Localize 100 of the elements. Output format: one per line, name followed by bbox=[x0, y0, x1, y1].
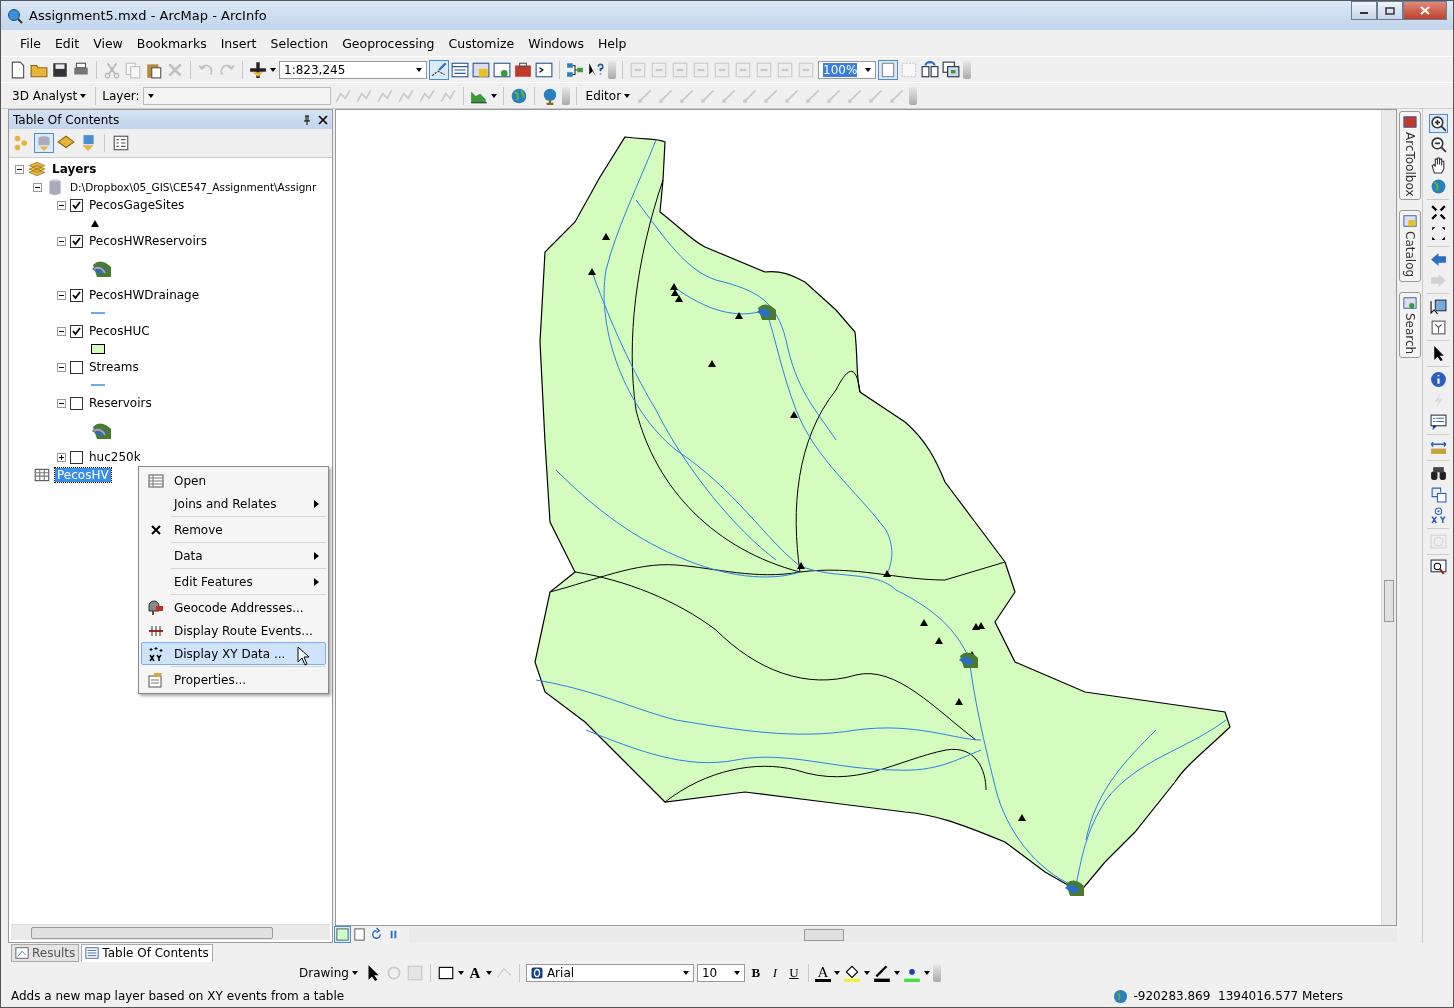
font-size-dropdown[interactable]: 10 bbox=[696, 964, 745, 982]
line-color-icon[interactable] bbox=[872, 964, 891, 982]
collapse-toggle[interactable] bbox=[15, 164, 24, 174]
collapse-toggle[interactable] bbox=[57, 326, 66, 336]
back-arrow-icon[interactable] bbox=[1429, 251, 1447, 268]
caret-icon[interactable] bbox=[457, 971, 464, 975]
menu-item[interactable]: Edit bbox=[47, 32, 87, 54]
python-window-icon[interactable] bbox=[535, 60, 553, 79]
caret-icon[interactable] bbox=[893, 971, 900, 975]
measure-ruler-icon[interactable] bbox=[1429, 439, 1447, 456]
collapse-toggle[interactable] bbox=[57, 200, 66, 210]
menu-item[interactable]: Joins and Relates bbox=[141, 492, 326, 515]
zoom-percent-field[interactable]: 100% bbox=[818, 60, 876, 79]
layer-checkbox[interactable] bbox=[70, 198, 83, 212]
menu-item[interactable]: View bbox=[86, 32, 130, 54]
refresh-icon[interactable] bbox=[369, 927, 384, 942]
tree-item[interactable]: PecosGageSites bbox=[87, 198, 187, 212]
dock-tab[interactable]: Catalog bbox=[1399, 210, 1421, 282]
text-tool-button[interactable]: A bbox=[466, 964, 483, 982]
menu-item[interactable]: File bbox=[13, 32, 48, 54]
tree-item[interactable]: Streams bbox=[87, 360, 141, 374]
html-popup-icon[interactable] bbox=[1429, 413, 1447, 430]
menu-item[interactable]: Properties... bbox=[141, 668, 326, 691]
tree-item[interactable]: D:\Dropbox\05_GIS\CE547_Assignment\Assignr bbox=[68, 181, 319, 193]
font-dropdown[interactable]: Arial bbox=[525, 964, 694, 982]
layer-checkbox[interactable] bbox=[70, 234, 83, 248]
find-route-icon[interactable] bbox=[1429, 486, 1447, 503]
underline-button[interactable]: U bbox=[785, 965, 802, 981]
menu-item[interactable]: Selection bbox=[263, 32, 336, 54]
menu-item[interactable]: Geocode Addresses... bbox=[141, 596, 326, 619]
model-builder-icon[interactable] bbox=[566, 60, 584, 79]
toolbox-icon[interactable] bbox=[514, 60, 532, 79]
panel-tab[interactable]: Table Of Contents bbox=[81, 944, 213, 962]
tree-item[interactable]: PecosHWDrainage bbox=[87, 288, 202, 302]
layout-view-icon[interactable] bbox=[352, 927, 367, 942]
change-layout-icon[interactable] bbox=[921, 60, 939, 79]
collapse-toggle[interactable] bbox=[57, 398, 66, 408]
data-view-icon[interactable] bbox=[335, 927, 350, 942]
menu-item[interactable]: Open bbox=[141, 469, 326, 492]
fill-bucket-icon[interactable] bbox=[842, 964, 861, 982]
layer-checkbox[interactable] bbox=[70, 288, 83, 302]
vertical-scrollbar[interactable] bbox=[1381, 110, 1396, 925]
dock-tab[interactable]: ArcToolbox bbox=[1399, 111, 1421, 201]
horizontal-scrollbar[interactable] bbox=[11, 924, 330, 940]
menu-item[interactable]: Display Route Events... bbox=[141, 619, 326, 642]
menu-item[interactable]: Geoprocessing bbox=[335, 32, 442, 54]
tree-item[interactable]: Layers bbox=[50, 162, 99, 176]
caret-icon[interactable] bbox=[490, 93, 497, 98]
bold-button[interactable]: B bbox=[747, 965, 764, 981]
pan-hand-icon[interactable] bbox=[1429, 157, 1447, 174]
search-window-icon[interactable] bbox=[493, 60, 511, 79]
collapse-toggle[interactable] bbox=[57, 362, 66, 372]
tree-item[interactable]: PecosHUC bbox=[87, 324, 152, 338]
pin-icon[interactable] bbox=[302, 114, 312, 125]
magnifier-window-icon[interactable] bbox=[1429, 559, 1447, 576]
globe-icon[interactable] bbox=[1429, 178, 1447, 195]
tree-item[interactable]: PecosHWReservoirs bbox=[87, 234, 209, 248]
add-data-icon[interactable] bbox=[249, 60, 267, 79]
layer-checkbox[interactable] bbox=[70, 450, 83, 464]
scale-field[interactable]: 1:823,245 bbox=[279, 60, 427, 79]
globe-icon[interactable] bbox=[509, 86, 528, 105]
horizontal-scrollbar[interactable] bbox=[409, 927, 1397, 942]
caret-icon[interactable] bbox=[923, 971, 930, 975]
layer-checkbox[interactable] bbox=[70, 324, 83, 338]
expand-toggle[interactable] bbox=[57, 452, 66, 462]
menu-item[interactable]: Customize bbox=[441, 32, 522, 54]
layer-checkbox[interactable] bbox=[70, 396, 83, 410]
editor-toolbar-icon[interactable] bbox=[430, 60, 448, 79]
collapse-toggle[interactable] bbox=[57, 236, 66, 246]
options-list-icon[interactable] bbox=[112, 134, 130, 152]
menu-item[interactable]: Help bbox=[590, 32, 634, 54]
caret-icon[interactable] bbox=[863, 971, 870, 975]
data-driven-pages-icon[interactable] bbox=[942, 60, 960, 79]
caret-icon[interactable] bbox=[485, 971, 492, 975]
panel-tab[interactable]: Results bbox=[11, 944, 80, 962]
menu-item[interactable]: Edit Features bbox=[141, 570, 326, 593]
italic-button[interactable]: I bbox=[766, 965, 783, 981]
font-color-button[interactable]: A bbox=[814, 964, 831, 982]
layer-checkbox[interactable] bbox=[70, 360, 83, 374]
menu-item[interactable]: Insert bbox=[213, 32, 264, 54]
collapse-toggle[interactable] bbox=[33, 182, 42, 192]
caret-icon[interactable] bbox=[833, 971, 840, 975]
binoculars-icon[interactable] bbox=[1429, 465, 1447, 482]
minimize-button[interactable] bbox=[1351, 1, 1377, 20]
close-icon[interactable] bbox=[318, 114, 328, 125]
menu-item[interactable]: Data bbox=[141, 544, 326, 567]
rectangle-icon[interactable] bbox=[436, 964, 455, 982]
save-icon[interactable] bbox=[51, 60, 69, 79]
editor-dropdown[interactable]: Editor bbox=[582, 88, 634, 103]
menu-item[interactable]: Windows bbox=[521, 32, 591, 54]
dock-tab[interactable]: Search bbox=[1399, 291, 1421, 358]
collapse-toggle[interactable] bbox=[57, 290, 66, 300]
catalog-icon[interactable] bbox=[472, 60, 490, 79]
maximize-button[interactable] bbox=[1377, 1, 1403, 20]
tree-item[interactable]: huc250k bbox=[87, 450, 143, 464]
table-window-icon[interactable] bbox=[451, 60, 469, 79]
go-to-xy-icon[interactable] bbox=[1429, 507, 1447, 524]
page-icon[interactable] bbox=[879, 60, 897, 79]
close-button[interactable] bbox=[1403, 1, 1447, 20]
drawing-dropdown[interactable]: Drawing bbox=[296, 966, 361, 980]
